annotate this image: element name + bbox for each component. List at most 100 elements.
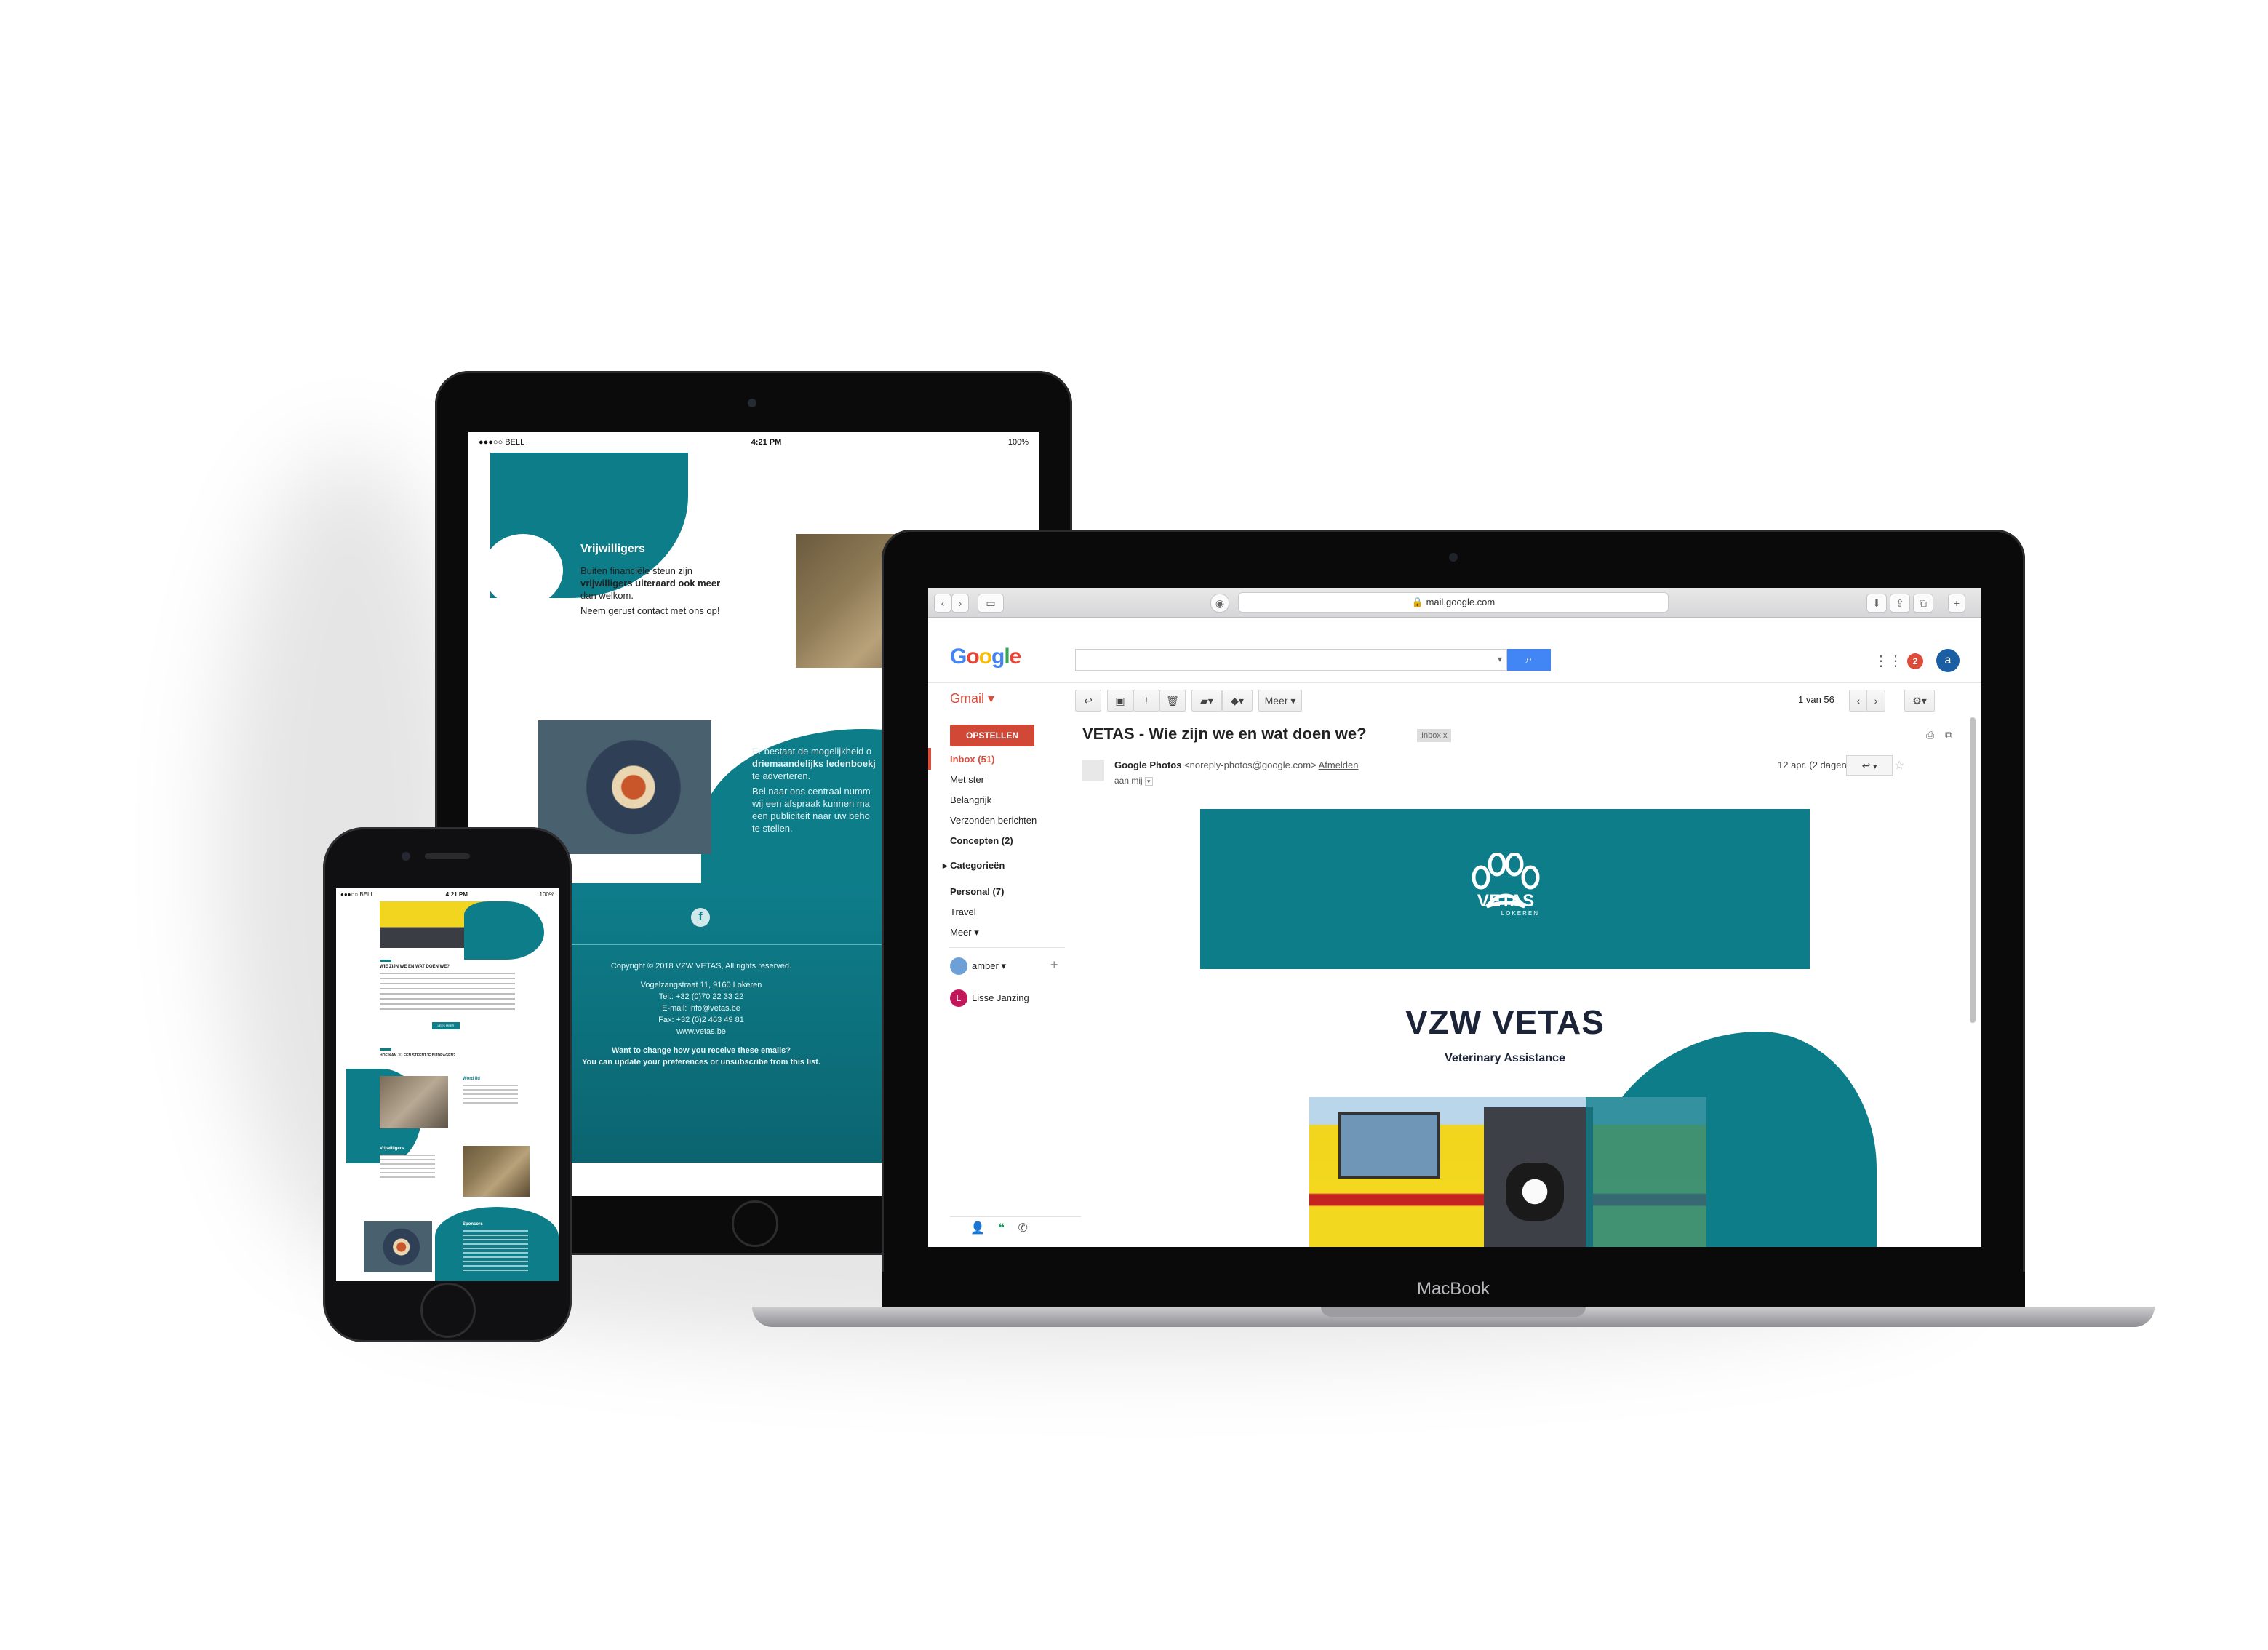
- person-icon[interactable]: 👤: [970, 1222, 985, 1235]
- search-button[interactable]: ⌕: [1507, 649, 1551, 671]
- nav-drafts[interactable]: Concepten (2): [950, 835, 1013, 846]
- recipient-line: aan mij ▾: [1114, 776, 1153, 786]
- iphone-home-button[interactable]: [420, 1283, 476, 1338]
- settings-icon[interactable]: ⚙▾: [1904, 690, 1935, 712]
- search-input[interactable]: ▾: [1075, 649, 1507, 671]
- iphone-paragraph-1: [380, 973, 515, 1013]
- sender-line: Google Photos <noreply-photos@google.com…: [1114, 760, 1359, 770]
- contact-lisse[interactable]: Lisse Janzing: [972, 992, 1029, 1003]
- notification-badge[interactable]: 2: [1907, 653, 1923, 669]
- url-text: mail.google.com: [1426, 597, 1496, 607]
- reply-back-icon[interactable]: ↩: [1075, 690, 1101, 712]
- iphone-dog-photo: [463, 1146, 530, 1197]
- nav-important[interactable]: Belangrijk: [950, 794, 991, 805]
- google-logo: Google: [950, 645, 1021, 669]
- share-icon[interactable]: ⇪: [1890, 594, 1910, 613]
- iphone-paragraph-2: [463, 1085, 518, 1105]
- iphone-read-more-button[interactable]: LEES MEER: [432, 1022, 460, 1029]
- duck-photo: [538, 720, 711, 854]
- add-contact-icon[interactable]: +: [1050, 957, 1058, 973]
- nav-more[interactable]: Meer ▾: [950, 927, 979, 938]
- sponsors-title: Sponsors: [752, 725, 806, 737]
- archive-icon[interactable]: ▣: [1107, 690, 1133, 712]
- recipient-text: aan mij: [1114, 776, 1143, 786]
- battery-label: 100%: [1007, 438, 1029, 447]
- ipad-status-bar: ●●●○○ BELL 4:21 PM 100%: [468, 432, 1039, 453]
- contact-amber[interactable]: amber ▾: [972, 960, 1006, 972]
- volunteers-title: Vrijwilligers: [580, 543, 645, 555]
- star-icon[interactable]: ☆: [1894, 758, 1904, 773]
- photo-teal-overlay: [1586, 1097, 1706, 1247]
- volunteers-text: Buiten financiële steun zijn vrijwillige…: [580, 565, 770, 617]
- unsubscribe-link[interactable]: Afmelden: [1319, 760, 1359, 770]
- ambulance-dog: [1506, 1163, 1564, 1221]
- back-icon[interactable]: ‹: [934, 594, 951, 613]
- macbook-camera: [1449, 553, 1458, 562]
- reply-button[interactable]: ↩ ▾: [1846, 755, 1893, 776]
- ipad-home-button[interactable]: [732, 1200, 778, 1247]
- prev-page-icon[interactable]: ‹: [1849, 690, 1868, 712]
- delete-icon[interactable]: 🗑: [1159, 690, 1186, 712]
- contact-avatar-lisse: L: [950, 989, 967, 1007]
- iphone-sponsors-title: Sponsors: [463, 1222, 483, 1227]
- iphone-screen: ●●●○○ BELL 4:21 PM 100% WIE ZIJN WE EN W…: [336, 888, 559, 1281]
- sidebar-icon[interactable]: ▭: [978, 594, 1004, 613]
- spam-icon[interactable]: !: [1133, 690, 1159, 712]
- print-icon[interactable]: ⎙: [1926, 729, 1934, 741]
- extension-icon[interactable]: ◉: [1210, 594, 1229, 613]
- iphone-battery: 100%: [539, 890, 554, 898]
- pager-text: 1 van 56: [1798, 694, 1834, 705]
- label-icon[interactable]: ◆▾: [1222, 690, 1253, 712]
- details-dropdown-icon[interactable]: ▾: [1145, 777, 1153, 786]
- iphone-donate-title: Word lid: [463, 1077, 480, 1081]
- nav-divider: [949, 947, 1065, 948]
- nav-starred[interactable]: Met ster: [950, 774, 984, 785]
- nav-categories[interactable]: ▸ Categorieën: [943, 860, 1005, 872]
- download-icon[interactable]: ⬇: [1866, 594, 1887, 613]
- logo-subtext: LOKEREN: [1501, 910, 1539, 917]
- compose-button[interactable]: OPSTELLEN: [950, 725, 1034, 746]
- sender-email: <noreply-photos@google.com>: [1184, 760, 1317, 770]
- tabs-icon[interactable]: ⧉: [1913, 594, 1933, 613]
- hangouts-icon[interactable]: ❝: [998, 1222, 1005, 1235]
- gmail-menu[interactable]: Gmail ▾: [950, 691, 994, 706]
- macbook-screen: ‹ › ▭ ◉ 🔒 mail.google.com ⬇ ⇪ ⧉ + Google…: [928, 588, 1981, 1247]
- move-folder-icon[interactable]: ▰▾: [1191, 690, 1222, 712]
- scrollbar[interactable]: [1970, 717, 1976, 1023]
- email-title: VZW VETAS: [1405, 1003, 1605, 1041]
- inbox-active-marker: [928, 748, 931, 770]
- volunteers-line1: Buiten financiële steun zijn: [580, 565, 692, 576]
- contact-avatar-amber: [950, 957, 967, 975]
- next-page-icon[interactable]: ›: [1866, 690, 1885, 712]
- reply-menu-icon[interactable]: ▾: [1873, 763, 1877, 771]
- iphone-paragraph-4: [463, 1230, 528, 1271]
- url-bar[interactable]: 🔒 mail.google.com: [1238, 592, 1669, 613]
- iphone-speaker: [425, 853, 470, 859]
- facebook-icon[interactable]: f: [691, 908, 710, 927]
- nav-inbox[interactable]: Inbox (51): [950, 754, 994, 765]
- inbox-label-tag[interactable]: Inbox x: [1417, 729, 1452, 742]
- macbook-notch: [1321, 1307, 1586, 1317]
- search-options-icon[interactable]: ▾: [1498, 654, 1502, 664]
- iphone-volunteers-title: Vrijwilligers: [380, 1147, 404, 1151]
- more-button[interactable]: Meer ▾: [1258, 690, 1302, 712]
- new-window-icon[interactable]: ⧉: [1945, 729, 1952, 741]
- forward-icon[interactable]: ›: [951, 594, 969, 613]
- ambulance-window: [1338, 1112, 1440, 1179]
- search-icon: ⌕: [1525, 653, 1533, 666]
- header-divider: [928, 682, 1981, 683]
- nav-personal[interactable]: Personal (7): [950, 886, 1004, 897]
- vetas-logo: VETAS LOKEREN: [1462, 852, 1549, 933]
- sender-avatar: [1082, 760, 1104, 781]
- nav-sent[interactable]: Verzonden berichten: [950, 815, 1037, 826]
- account-avatar[interactable]: a: [1936, 649, 1960, 672]
- chat-divider: [950, 1216, 1081, 1217]
- ipad-camera: [748, 399, 756, 407]
- email-banner: VETAS LOKEREN: [1200, 809, 1810, 969]
- phone-icon[interactable]: ✆: [1018, 1222, 1027, 1235]
- new-tab-icon[interactable]: +: [1948, 594, 1965, 613]
- iphone-device: ●●●○○ BELL 4:21 PM 100% WIE ZIJN WE EN W…: [323, 827, 572, 1342]
- volunteers-line2: vrijwilligers uiteraard ook meer: [580, 578, 721, 589]
- volunteers-line3: dan welkom.: [580, 590, 634, 601]
- nav-travel[interactable]: Travel: [950, 906, 976, 917]
